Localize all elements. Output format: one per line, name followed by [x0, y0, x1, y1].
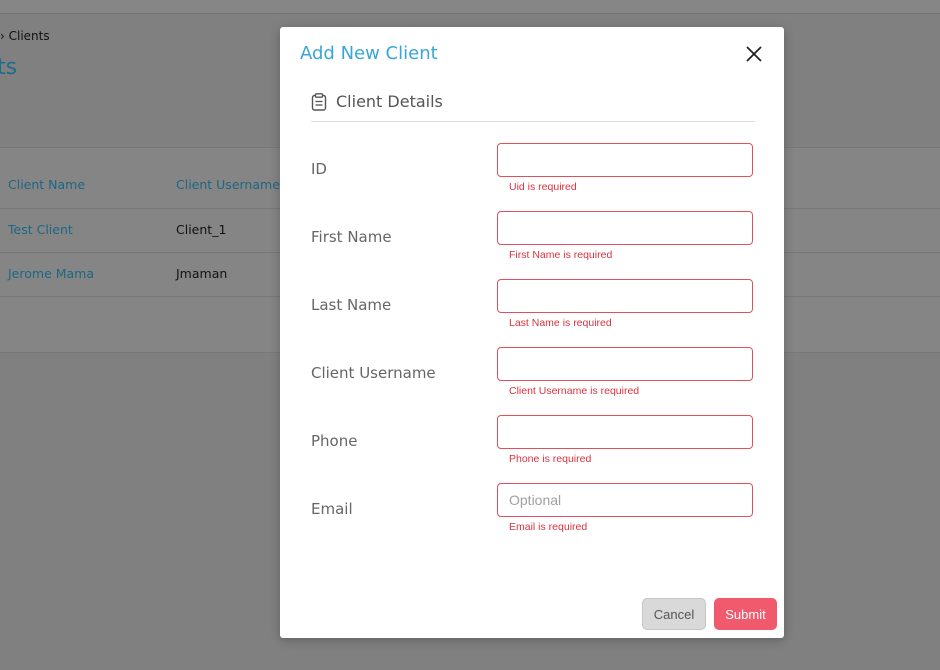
- client-name-link[interactable]: Test Client: [8, 222, 73, 237]
- last-name-field[interactable]: [497, 279, 753, 313]
- id-label: ID: [311, 160, 327, 178]
- section-title: Client Details: [336, 92, 443, 111]
- submit-button[interactable]: Submit: [714, 598, 777, 630]
- first-name-error: First Name is required: [509, 249, 613, 261]
- section-header: Client Details: [311, 91, 755, 122]
- client-username-label: Client Username: [311, 364, 436, 382]
- phone-label: Phone: [311, 432, 358, 450]
- cancel-button[interactable]: Cancel: [642, 598, 706, 630]
- email-label: Email: [311, 500, 353, 518]
- client-username-cell: Client_1: [176, 222, 227, 237]
- clipboard-icon: [311, 93, 327, 111]
- last-name-label: Last Name: [311, 296, 392, 314]
- first-name-label: First Name: [311, 228, 392, 246]
- breadcrumb[interactable]: › Clients: [0, 29, 50, 43]
- page-title: ts: [0, 55, 18, 80]
- close-icon: [746, 46, 762, 62]
- client-username-field[interactable]: [497, 347, 753, 381]
- phone-error: Phone is required: [509, 453, 592, 465]
- add-client-modal: Add New Client Client Details ID Uid is …: [280, 27, 784, 638]
- id-error: Uid is required: [509, 181, 577, 193]
- modal-title: Add New Client: [300, 43, 438, 64]
- top-bar: [0, 0, 940, 14]
- client-name-link[interactable]: Jerome Mama: [8, 266, 94, 281]
- client-username-error: Client Username is required: [509, 385, 640, 397]
- client-username-cell: Jmaman: [176, 266, 228, 281]
- email-field[interactable]: [497, 483, 753, 517]
- phone-field[interactable]: [497, 415, 753, 449]
- first-name-field[interactable]: [497, 211, 753, 245]
- email-error: Email is required: [509, 521, 588, 533]
- id-field[interactable]: [497, 143, 753, 177]
- column-header-client-username[interactable]: Client Username: [176, 177, 280, 192]
- last-name-error: Last Name is required: [509, 317, 612, 329]
- close-button[interactable]: [744, 44, 764, 64]
- column-header-client-name[interactable]: Client Name: [8, 177, 85, 192]
